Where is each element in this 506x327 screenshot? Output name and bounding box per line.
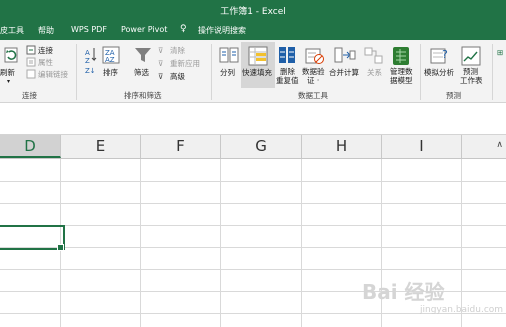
grid-line xyxy=(220,159,221,327)
column-header-f[interactable]: F xyxy=(141,135,221,158)
chevron-down-icon[interactable]: ▾ xyxy=(7,77,10,86)
group-separator xyxy=(211,44,212,100)
properties-icon xyxy=(26,57,36,67)
svg-text:A: A xyxy=(85,49,90,57)
tab-power-pivot[interactable]: Power Pivot xyxy=(121,25,167,34)
text-to-columns-button[interactable]: 分列 xyxy=(220,68,235,77)
baidu-watermark: Bai 经验 xyxy=(362,280,445,304)
edit-links-icon xyxy=(26,69,36,79)
tab-wps-pdf[interactable]: WPS PDF xyxy=(71,25,107,34)
remove-duplicates-icon xyxy=(279,47,295,63)
column-header-e[interactable]: E xyxy=(61,135,141,158)
svg-text:Z: Z xyxy=(85,57,90,65)
connections-button[interactable]: 连接 xyxy=(38,46,53,55)
filter-icon xyxy=(135,48,151,62)
lightbulb-icon: ♀ xyxy=(180,24,187,34)
column-header-d[interactable]: D xyxy=(0,135,61,158)
formula-bar-area[interactable] xyxy=(0,103,506,135)
edit-links-button[interactable]: 编辑链接 xyxy=(38,70,68,79)
grid-line xyxy=(0,181,506,182)
group-label-connections: 连接 xyxy=(22,91,37,100)
flash-fill-icon xyxy=(248,46,268,66)
relationships-button[interactable]: 关系 xyxy=(367,68,382,77)
group-label-sort-filter: 排序和筛选 xyxy=(124,91,162,100)
group-label-forecast: 预测 xyxy=(446,91,461,100)
text-to-columns-icon xyxy=(219,47,239,63)
window-title: 工作簿1 - Excel xyxy=(220,7,286,17)
advanced-button[interactable]: 高级 xyxy=(170,72,185,81)
clear-filter-icon: ⊽ xyxy=(158,46,164,55)
consolidate-icon xyxy=(334,47,356,63)
tab-tools[interactable]: 皮工具 xyxy=(0,25,24,36)
svg-text:?: ? xyxy=(442,48,448,61)
svg-text:AZ: AZ xyxy=(105,56,115,64)
remove-duplicates-label-1[interactable]: 删除 xyxy=(280,67,295,76)
sort-az-icon: A Z Z↓ xyxy=(85,48,97,74)
data-validation-label-1[interactable]: 数据验 xyxy=(302,67,325,76)
group-label-data-tools: 数据工具 xyxy=(298,91,328,100)
relationships-icon xyxy=(364,47,383,64)
data-model-icon xyxy=(393,47,409,65)
data-model-label-2[interactable]: 据模型 xyxy=(390,76,413,85)
column-header-h[interactable]: H xyxy=(302,135,382,158)
ribbon: 刷新 ▾ 连接 属性 编辑链接 连接 A Z Z↓ ZA AZ 排序 筛选 ⊽ … xyxy=(0,40,506,103)
forecast-sheet-label-1[interactable]: 预测 xyxy=(463,67,478,76)
group-separator xyxy=(76,44,77,100)
grid-line xyxy=(301,159,302,327)
grid-line xyxy=(140,159,141,327)
tell-me-search[interactable]: 操作说明搜索 xyxy=(198,25,246,36)
grid-line xyxy=(0,203,506,204)
data-model-label-1[interactable]: 管理数 xyxy=(390,67,413,76)
collapse-ribbon-icon[interactable]: ∧ xyxy=(496,140,503,150)
column-header-g[interactable]: G xyxy=(221,135,302,158)
sort-icon: ZA AZ xyxy=(102,46,120,64)
what-if-analysis-icon: ? xyxy=(430,48,448,64)
active-cell[interactable] xyxy=(0,225,65,250)
filter-button[interactable]: 筛选 xyxy=(134,68,149,77)
advanced-icon: ⊽ xyxy=(158,72,164,81)
grid-line xyxy=(0,247,506,248)
refresh-all-icon xyxy=(4,47,18,63)
column-header-i[interactable]: I xyxy=(382,135,462,158)
grid-line xyxy=(0,269,506,270)
ribbon-tab-bar: 皮工具 帮助 WPS PDF Power Pivot ♀ 操作说明搜索 xyxy=(0,20,506,40)
connections-icon xyxy=(26,45,36,55)
group-separator xyxy=(492,44,493,100)
svg-text:Z↓: Z↓ xyxy=(85,67,96,74)
fill-handle[interactable] xyxy=(57,244,64,251)
properties-button[interactable]: 属性 xyxy=(38,58,53,67)
data-validation-label-2[interactable]: 证 · xyxy=(307,76,319,85)
tab-help[interactable]: 帮助 xyxy=(38,25,54,36)
data-validation-icon xyxy=(305,48,324,64)
grid-line xyxy=(461,159,462,327)
reapply-icon: ⊽ xyxy=(158,59,164,68)
flash-fill-button[interactable]: 快速填充 xyxy=(242,68,272,77)
outline-icon[interactable]: ⊞ xyxy=(497,48,503,57)
remove-duplicates-label-2[interactable]: 重复值 xyxy=(276,76,299,85)
forecast-sheet-icon xyxy=(461,46,481,66)
forecast-sheet-label-2[interactable]: 工作表 xyxy=(460,76,483,85)
reapply-button[interactable]: 重新应用 xyxy=(170,59,200,68)
group-separator xyxy=(420,44,421,100)
baidu-watermark-url: jingyan.baidu.com xyxy=(420,305,504,315)
grid-line xyxy=(0,225,506,226)
consolidate-button[interactable]: 合并计算 xyxy=(329,68,359,77)
clear-button[interactable]: 清除 xyxy=(170,46,185,55)
column-header-row: D E F G H I ∧ xyxy=(0,135,506,159)
refresh-all-button[interactable]: 刷新 xyxy=(0,68,15,77)
what-if-analysis-button[interactable]: 模拟分析 xyxy=(424,68,454,77)
sort-button[interactable]: 排序 xyxy=(103,68,118,77)
title-bar: 工作簿1 - Excel xyxy=(0,0,506,20)
